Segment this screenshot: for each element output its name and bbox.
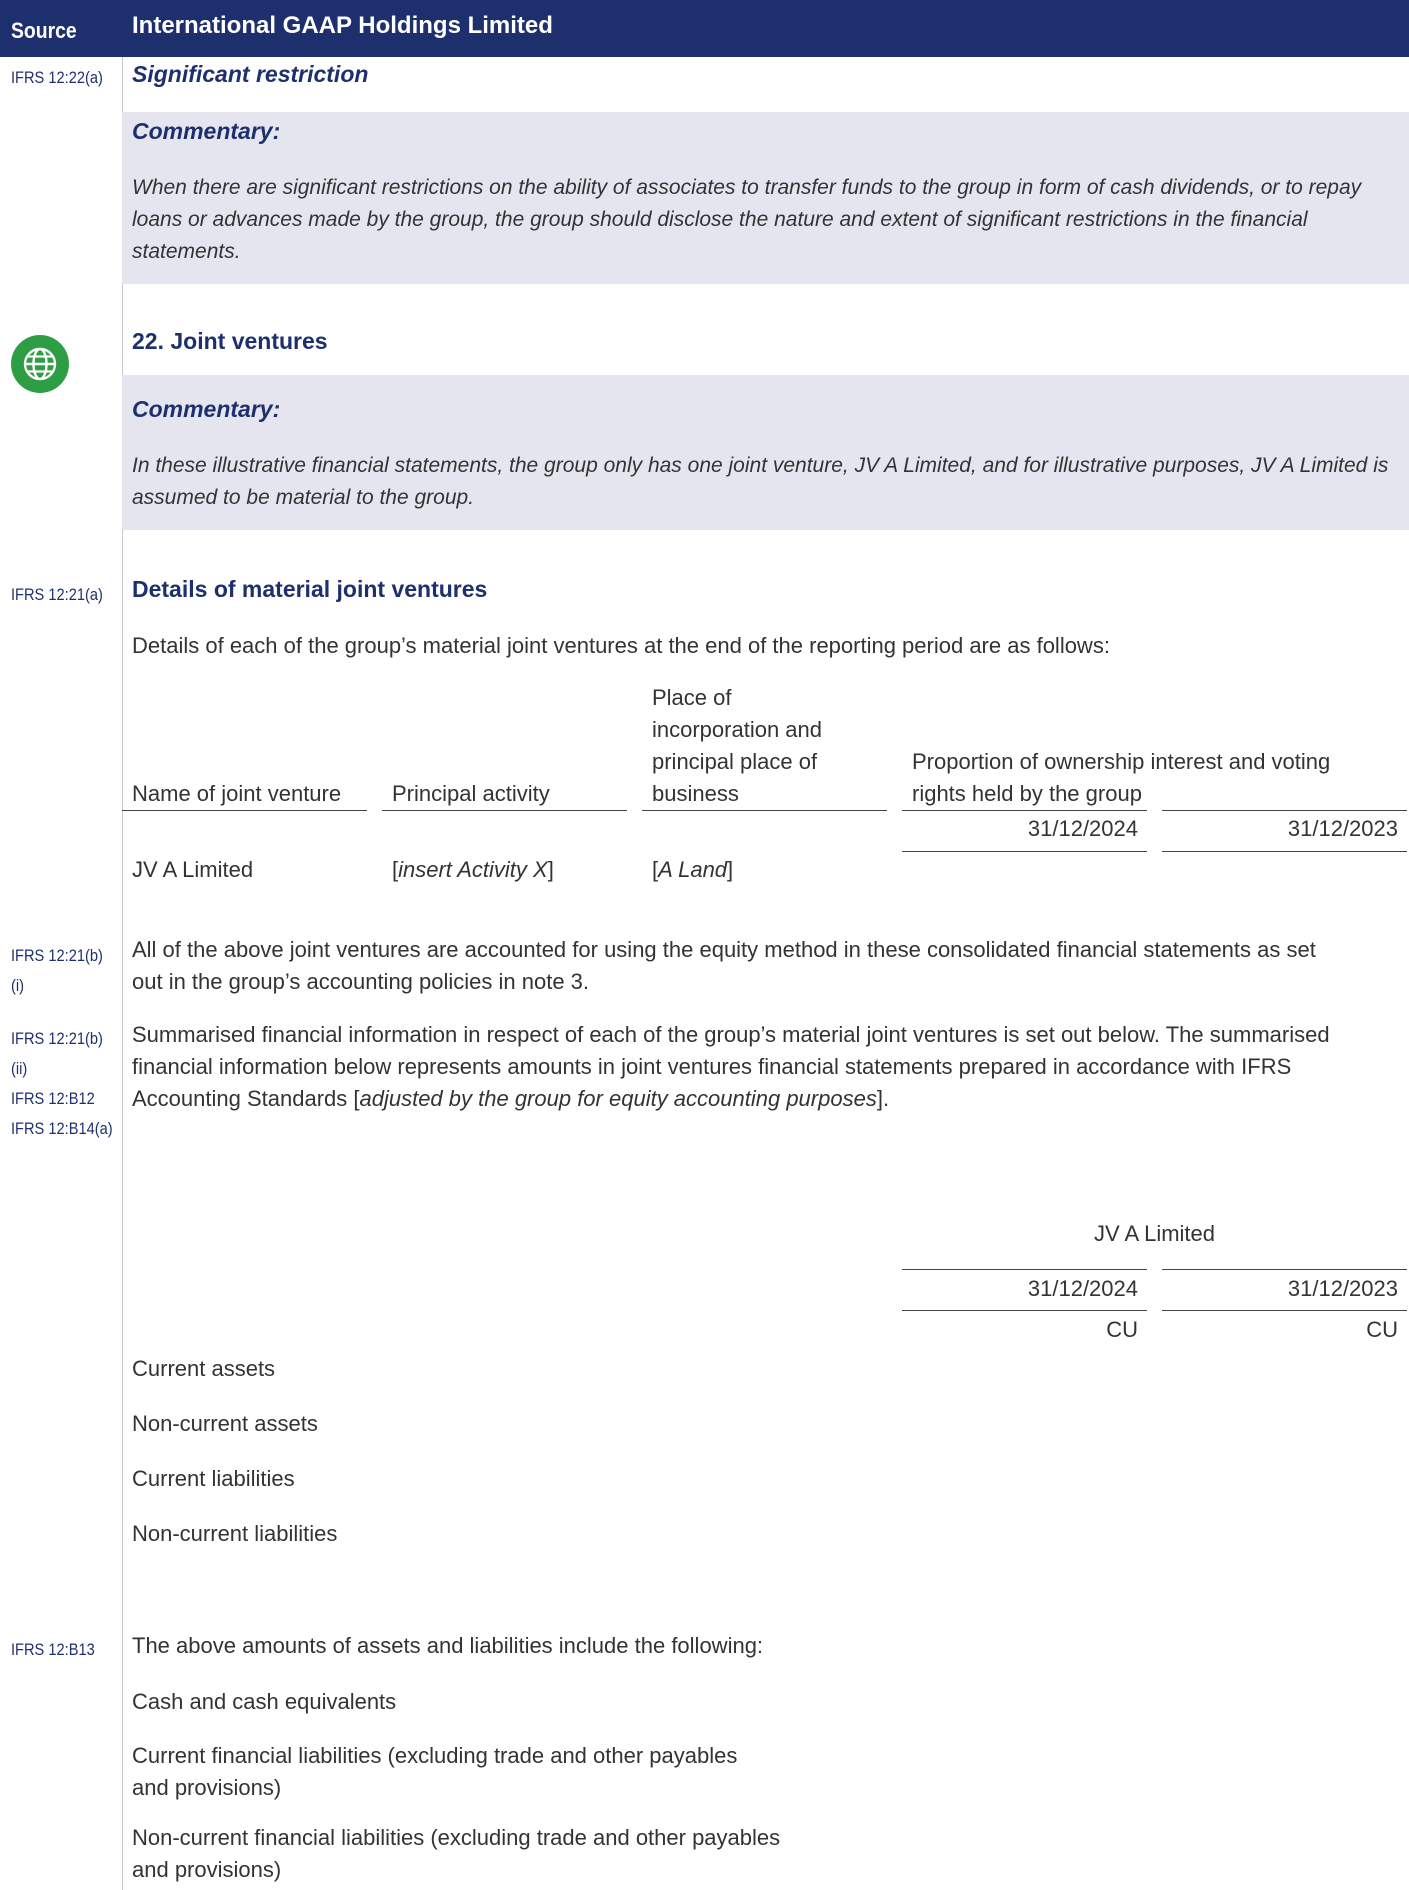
row-label-line: and provisions) xyxy=(132,1775,282,1800)
row-label-line: Current financial liabilities (excluding… xyxy=(132,1743,738,1768)
source-reference: IFRS 12:21(b) (i) xyxy=(11,941,103,1001)
date-current: 31/12/2024 xyxy=(1027,816,1138,841)
table-rule xyxy=(902,810,1147,811)
section-heading: Details of material joint ventures xyxy=(132,576,488,602)
paragraph-line: Accounting Standards [adjusted by the gr… xyxy=(132,1083,1402,1115)
commentary-line: statements. xyxy=(132,240,241,263)
paragraph-line: All of the above joint ventures are acco… xyxy=(132,937,1316,962)
row-label: Current assets xyxy=(132,1356,276,1381)
row-label: Non-current financial liabilities (exclu… xyxy=(132,1822,780,1886)
row-label: Cash and cash equivalents xyxy=(132,1689,397,1714)
column-header-proportion: Proportion of ownership interest and vot… xyxy=(912,746,1330,810)
header-line: Place of xyxy=(652,685,732,710)
source-line: (i) xyxy=(11,976,24,995)
date-prior: 31/12/2023 xyxy=(1287,816,1398,841)
commentary-line: When there are significant restrictions … xyxy=(132,176,1362,199)
table-rule xyxy=(902,851,1147,852)
date-current: 31/12/2024 xyxy=(1027,1276,1138,1301)
source-line: IFRS 12:21(b) xyxy=(11,1029,103,1048)
text-span: ]. xyxy=(876,1086,890,1111)
source-column-header: Source xyxy=(11,18,77,43)
column-divider xyxy=(122,57,123,1890)
row-label: Current liabilities xyxy=(132,1466,295,1491)
source-line: IFRS 12:B14(a) xyxy=(11,1119,113,1138)
unit-prior: CU xyxy=(1366,1317,1398,1342)
intro-text: The above amounts of assets and liabilit… xyxy=(132,1633,764,1658)
bracket: ] xyxy=(547,857,554,882)
table-rule xyxy=(382,810,627,811)
source-line: IFRS 12:B12 xyxy=(11,1089,95,1108)
row-label: Non-current assets xyxy=(132,1411,318,1436)
row-label: Current financial liabilities (excluding… xyxy=(132,1740,737,1804)
paragraph-line: out in the group’s accounting policies i… xyxy=(132,969,590,994)
commentary-text: When there are significant restrictions … xyxy=(132,172,1402,268)
column-header-name: Name of joint venture xyxy=(132,781,342,806)
commentary-line: assumed to be material to the group. xyxy=(132,486,475,509)
table-rule xyxy=(1162,1310,1407,1311)
entity-header: JV A Limited xyxy=(1093,1221,1216,1246)
header-line: rights held by the group xyxy=(912,781,1142,806)
source-reference: IFRS 12:21(b) (ii) IFRS 12:B12 IFRS 12:B… xyxy=(11,1024,113,1144)
paragraph: Summarised financial information in resp… xyxy=(132,1019,1402,1115)
column-header-activity: Principal activity xyxy=(392,781,550,806)
table-rule xyxy=(122,810,367,811)
note-heading: 22. Joint ventures xyxy=(132,328,328,354)
document-title: International GAAP Holdings Limited xyxy=(132,12,553,39)
row-label: Non-current liabilities xyxy=(132,1521,338,1546)
header-line: principal place of xyxy=(652,749,818,774)
header-line: Proportion of ownership interest and vot… xyxy=(912,749,1331,774)
table-cell-name: JV A Limited xyxy=(132,857,254,882)
table-rule xyxy=(902,1310,1147,1311)
unit-current: CU xyxy=(1106,1317,1138,1342)
date-prior: 31/12/2023 xyxy=(1287,1276,1398,1301)
placeholder-text: A Land xyxy=(658,857,728,882)
table-cell-place: [A Land] xyxy=(652,854,733,886)
table-rule xyxy=(1162,1269,1407,1270)
placeholder-text: insert Activity X xyxy=(398,857,548,882)
italic-span: adjusted by the group for equity account… xyxy=(359,1086,877,1111)
commentary-text: In these illustrative financial statemen… xyxy=(132,450,1402,514)
paragraph-line: financial information below represents a… xyxy=(132,1054,1292,1079)
header-line: incorporation and xyxy=(652,717,823,742)
bracket: ] xyxy=(727,857,734,882)
table-rule xyxy=(902,1269,1147,1270)
commentary-line: In these illustrative financial statemen… xyxy=(132,454,1389,477)
commentary-label: Commentary: xyxy=(132,396,281,422)
table-rule xyxy=(1162,851,1407,852)
paragraph: All of the above joint ventures are acco… xyxy=(132,934,1402,998)
commentary-label: Commentary: xyxy=(132,118,281,144)
table-cell-activity: [insert Activity X] xyxy=(392,854,554,886)
intro-text: Details of each of the group’s material … xyxy=(132,633,1110,658)
section-heading: Significant restriction xyxy=(132,61,369,87)
column-header-place: Place of incorporation and principal pla… xyxy=(652,682,822,810)
header-line: business xyxy=(652,781,739,806)
row-label-line: Non-current financial liabilities (exclu… xyxy=(132,1825,781,1850)
source-reference: IFRS 12:22(a) xyxy=(11,68,103,87)
table-rule xyxy=(642,810,887,811)
source-reference: IFRS 12:21(a) xyxy=(11,585,103,604)
row-label-line: and provisions) xyxy=(132,1857,282,1882)
commentary-line: loans or advances made by the group, the… xyxy=(132,208,1308,231)
source-line: IFRS 12:21(b) xyxy=(11,946,103,965)
table-rule xyxy=(1162,810,1407,811)
paragraph-line: Summarised financial information in resp… xyxy=(132,1022,1330,1047)
source-reference: IFRS 12:B13 xyxy=(11,1640,95,1659)
text-span: Accounting Standards [ xyxy=(132,1086,360,1111)
globe-icon xyxy=(11,335,69,393)
source-line: (ii) xyxy=(11,1059,28,1078)
